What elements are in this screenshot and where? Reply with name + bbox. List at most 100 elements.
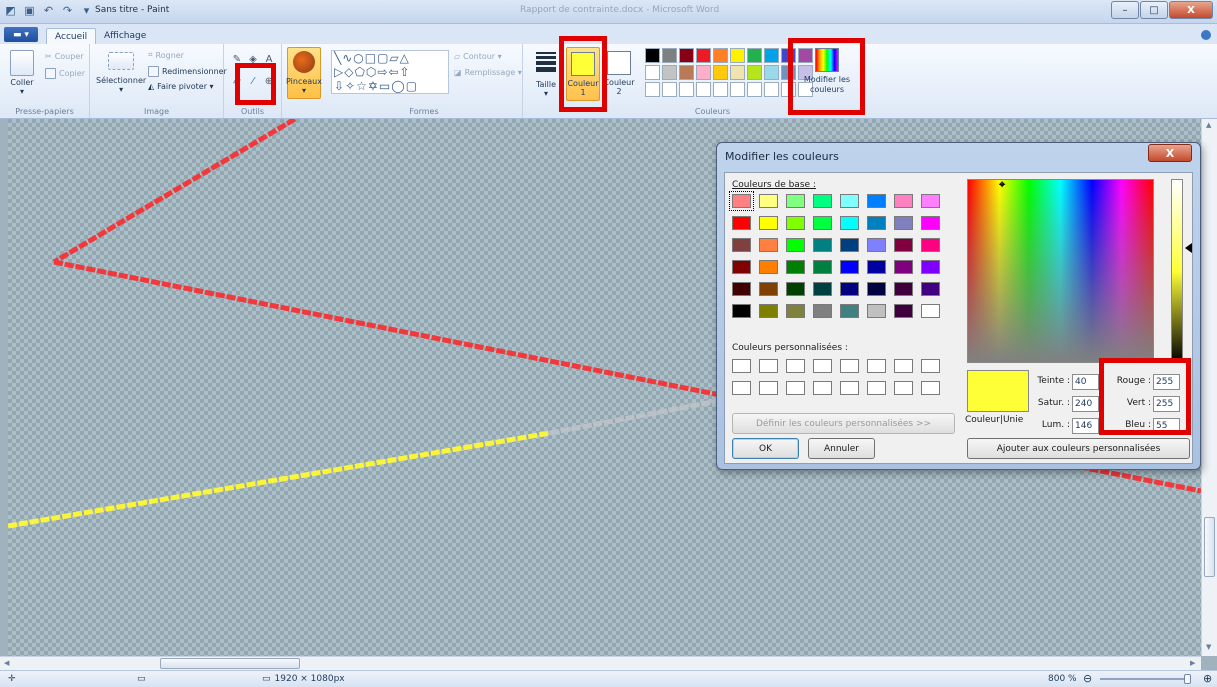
palette-swatch[interactable]: [713, 65, 728, 80]
palette-swatch[interactable]: [764, 82, 779, 97]
horizontal-scroll-thumb[interactable]: [160, 658, 300, 669]
basic-color-swatch[interactable]: [732, 238, 751, 252]
magnifier-icon[interactable]: ⊕: [262, 74, 276, 88]
zoom-slider-knob[interactable]: [1184, 674, 1191, 684]
eraser-icon[interactable]: ▱: [230, 74, 244, 88]
custom-color-swatch[interactable]: [759, 359, 778, 373]
palette-swatch[interactable]: [781, 48, 796, 63]
basic-color-swatch[interactable]: [786, 194, 805, 208]
maximize-button[interactable]: □: [1140, 1, 1168, 19]
custom-color-swatch[interactable]: [759, 381, 778, 395]
basic-color-swatch[interactable]: [759, 260, 778, 274]
redo-icon[interactable]: ↷: [61, 4, 74, 17]
blue-input[interactable]: 55: [1153, 418, 1180, 434]
scroll-left-icon[interactable]: ◀: [4, 659, 9, 667]
palette-swatch[interactable]: [696, 65, 711, 80]
palette-swatch[interactable]: [679, 82, 694, 97]
scroll-right-icon[interactable]: ▶: [1190, 659, 1195, 667]
basic-color-swatch[interactable]: [729, 191, 754, 211]
basic-color-swatch[interactable]: [732, 304, 751, 318]
basic-color-swatch[interactable]: [894, 194, 913, 208]
palette-swatch[interactable]: [764, 65, 779, 80]
color-picker-icon[interactable]: ⁄: [246, 74, 260, 88]
hue-input[interactable]: 40: [1072, 374, 1099, 390]
basic-color-swatch[interactable]: [894, 282, 913, 296]
basic-color-swatch[interactable]: [867, 194, 886, 208]
basic-color-swatch[interactable]: [867, 304, 886, 318]
basic-color-swatch[interactable]: [813, 304, 832, 318]
palette-swatch[interactable]: [679, 48, 694, 63]
copy-button[interactable]: Copier: [45, 68, 85, 79]
palette-swatch[interactable]: [764, 48, 779, 63]
basic-color-swatch[interactable]: [894, 304, 913, 318]
rotate-button[interactable]: ◭ Faire pivoter ▾: [148, 82, 214, 91]
crop-button[interactable]: ⌗ Rogner: [148, 50, 184, 60]
basic-color-swatch[interactable]: [894, 260, 913, 274]
edit-colors-button[interactable]: Modifier les couleurs: [803, 48, 851, 95]
add-custom-colors-button[interactable]: Ajouter aux couleurs personnalisées: [967, 438, 1190, 459]
basic-color-swatch[interactable]: [867, 216, 886, 230]
text-icon[interactable]: A: [262, 52, 276, 66]
palette-swatch[interactable]: [781, 65, 796, 80]
basic-color-swatch[interactable]: [786, 260, 805, 274]
basic-color-swatch[interactable]: [759, 194, 778, 208]
basic-color-swatch[interactable]: [894, 238, 913, 252]
help-icon[interactable]: [1201, 30, 1211, 40]
zoom-in-icon[interactable]: ⊕: [1203, 672, 1212, 685]
cancel-button[interactable]: Annuler: [808, 438, 875, 459]
basic-color-swatch[interactable]: [786, 238, 805, 252]
basic-color-swatch[interactable]: [759, 216, 778, 230]
custom-color-swatch[interactable]: [921, 359, 940, 373]
tab-view[interactable]: Affichage: [96, 28, 154, 44]
basic-color-swatch[interactable]: [840, 260, 859, 274]
green-input[interactable]: 255: [1153, 396, 1180, 412]
paint-app-icon[interactable]: ◩: [4, 4, 17, 17]
shapes-gallery[interactable]: ╲∿○□▢▱△ ▷◇⬠⬡⇨⇦⇧ ⇩✧☆✡▭◯▢: [331, 50, 449, 94]
palette-swatch[interactable]: [713, 48, 728, 63]
select-button[interactable]: Sélectionner ▾: [96, 52, 146, 94]
customize-dropdown-icon[interactable]: ▾: [80, 4, 93, 17]
basic-color-swatch[interactable]: [759, 304, 778, 318]
basic-color-swatch[interactable]: [813, 194, 832, 208]
color1-button[interactable]: Couleur 1: [566, 47, 600, 101]
palette-swatch[interactable]: [662, 65, 677, 80]
fill-button[interactable]: ◪ Remplissage ▾: [454, 68, 522, 77]
size-button[interactable]: Taille ▾: [531, 48, 561, 98]
basic-color-swatch[interactable]: [759, 238, 778, 252]
basic-color-swatch[interactable]: [894, 216, 913, 230]
paste-button[interactable]: Coller ▾: [10, 50, 34, 96]
basic-color-swatch[interactable]: [813, 216, 832, 230]
custom-color-swatch[interactable]: [840, 381, 859, 395]
custom-color-swatch[interactable]: [840, 359, 859, 373]
palette-swatch[interactable]: [696, 48, 711, 63]
palette-swatch[interactable]: [747, 48, 762, 63]
palette-swatch[interactable]: [713, 82, 728, 97]
minimize-button[interactable]: –: [1111, 1, 1139, 19]
basic-color-swatch[interactable]: [786, 304, 805, 318]
luminosity-arrow-icon[interactable]: [1185, 243, 1192, 253]
palette-swatch[interactable]: [730, 82, 745, 97]
basic-color-swatch[interactable]: [732, 282, 751, 296]
custom-color-swatch[interactable]: [813, 381, 832, 395]
custom-color-swatch[interactable]: [732, 381, 751, 395]
basic-color-swatch[interactable]: [840, 282, 859, 296]
basic-color-swatch[interactable]: [867, 260, 886, 274]
palette-swatch[interactable]: [696, 82, 711, 97]
basic-color-swatch[interactable]: [921, 304, 940, 318]
palette-swatch[interactable]: [730, 65, 745, 80]
basic-color-swatch[interactable]: [921, 260, 940, 274]
palette-swatch[interactable]: [662, 48, 677, 63]
luminosity-bar[interactable]: [1171, 179, 1183, 363]
custom-color-swatch[interactable]: [786, 381, 805, 395]
palette-swatch[interactable]: [679, 65, 694, 80]
basic-color-swatch[interactable]: [813, 282, 832, 296]
basic-color-swatch[interactable]: [840, 304, 859, 318]
resize-button[interactable]: Redimensionner: [148, 66, 227, 77]
basic-color-swatch[interactable]: [786, 282, 805, 296]
palette-swatch[interactable]: [645, 48, 660, 63]
basic-color-swatch[interactable]: [921, 194, 940, 208]
palette-swatch[interactable]: [662, 82, 677, 97]
palette-swatch[interactable]: [730, 48, 745, 63]
custom-color-swatch[interactable]: [894, 381, 913, 395]
basic-color-swatch[interactable]: [867, 238, 886, 252]
